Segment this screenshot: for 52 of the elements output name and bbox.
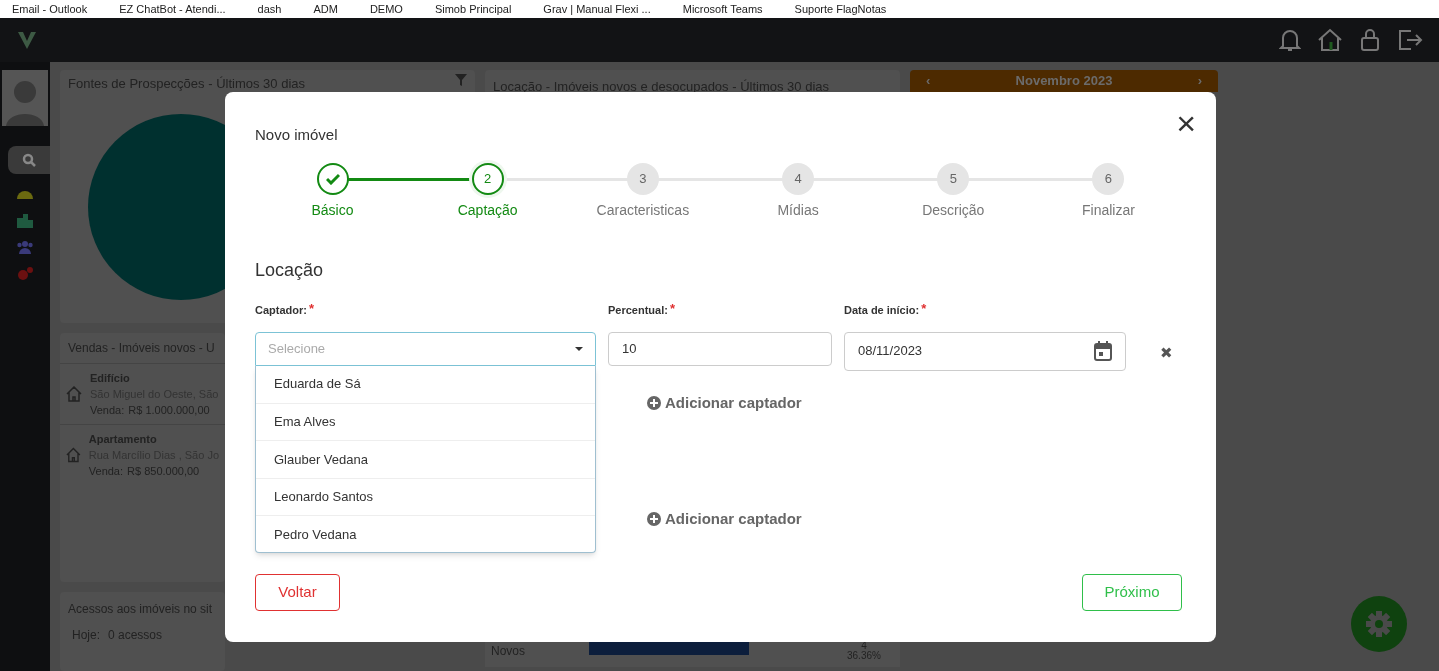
step-label: Caracteristicas	[596, 200, 690, 220]
bookmark-link[interactable]: Suporte FlagNotas	[794, 3, 887, 15]
home-icon[interactable]	[1317, 28, 1343, 52]
field-label: Captador:*	[255, 301, 315, 318]
logout-icon[interactable]	[1397, 28, 1423, 52]
house-icon	[66, 385, 82, 402]
back-button[interactable]: Voltar	[255, 574, 340, 611]
avatar-icon	[2, 70, 48, 126]
logo-icon[interactable]	[16, 29, 38, 51]
bookmark-link[interactable]: Email - Outlook	[12, 3, 88, 15]
section-title: Locação	[255, 258, 325, 282]
close-button[interactable]: ×	[1176, 106, 1196, 140]
bookmark-link[interactable]: Microsoft Teams	[682, 3, 763, 15]
dropdown-option[interactable]: Leonardo Santos	[256, 477, 595, 516]
plus-circle-icon	[647, 396, 661, 411]
dropdown-option[interactable]: Eduarda de Sá	[256, 365, 595, 403]
step-label: Básico	[311, 200, 354, 220]
calendar-icon[interactable]	[1094, 341, 1112, 361]
bookmark-link[interactable]: dash	[257, 3, 282, 15]
bell-icon[interactable]	[1279, 28, 1301, 52]
field-label: Percentual:*	[608, 301, 676, 318]
step-label: Descrição	[922, 200, 985, 220]
modal-title: Novo imóvel	[255, 125, 338, 145]
dropdown-option[interactable]: Ema Alves	[256, 402, 595, 441]
required-asterisk: *	[921, 300, 927, 316]
lock-icon[interactable]	[1359, 28, 1381, 52]
add-button[interactable]: Adicionar captador	[647, 507, 802, 530]
bookmark-link[interactable]: ADM	[313, 3, 338, 15]
dropdown-option[interactable]: Pedro Vedana	[256, 515, 595, 553]
caret-icon	[575, 346, 583, 351]
house-icon	[66, 446, 81, 463]
step-label: Finalizar	[1082, 200, 1135, 220]
dropdown-option[interactable]: Glauber Vedana	[256, 440, 595, 478]
plus-circle-icon	[647, 511, 661, 526]
buildings-icon[interactable]	[16, 212, 34, 228]
search-icon	[22, 153, 36, 167]
bookmark-link[interactable]: Simob Principal	[434, 3, 512, 15]
required-asterisk: *	[669, 300, 675, 316]
input-field[interactable]: 10	[608, 331, 832, 366]
bookmark-link[interactable]: Grav | Manual Flexi ...	[543, 3, 651, 15]
required-asterisk: *	[308, 300, 314, 316]
bookmark-link[interactable]: EZ ChatBot - Atendi...	[119, 3, 226, 15]
search-button[interactable]	[8, 146, 50, 174]
field-label: Data de início:*	[844, 301, 928, 318]
month-title: Novembro 2023	[1015, 72, 1113, 91]
step-label: Captação	[457, 200, 518, 220]
add-button[interactable]: Adicionar captador	[647, 392, 802, 415]
remove-button[interactable]: ✖	[1160, 341, 1173, 364]
check-icon	[325, 172, 340, 185]
date-field[interactable]: 08/11/2023	[844, 331, 1126, 371]
bookmark-link[interactable]: DEMO	[369, 3, 403, 15]
step-label: Mídias	[777, 200, 819, 220]
